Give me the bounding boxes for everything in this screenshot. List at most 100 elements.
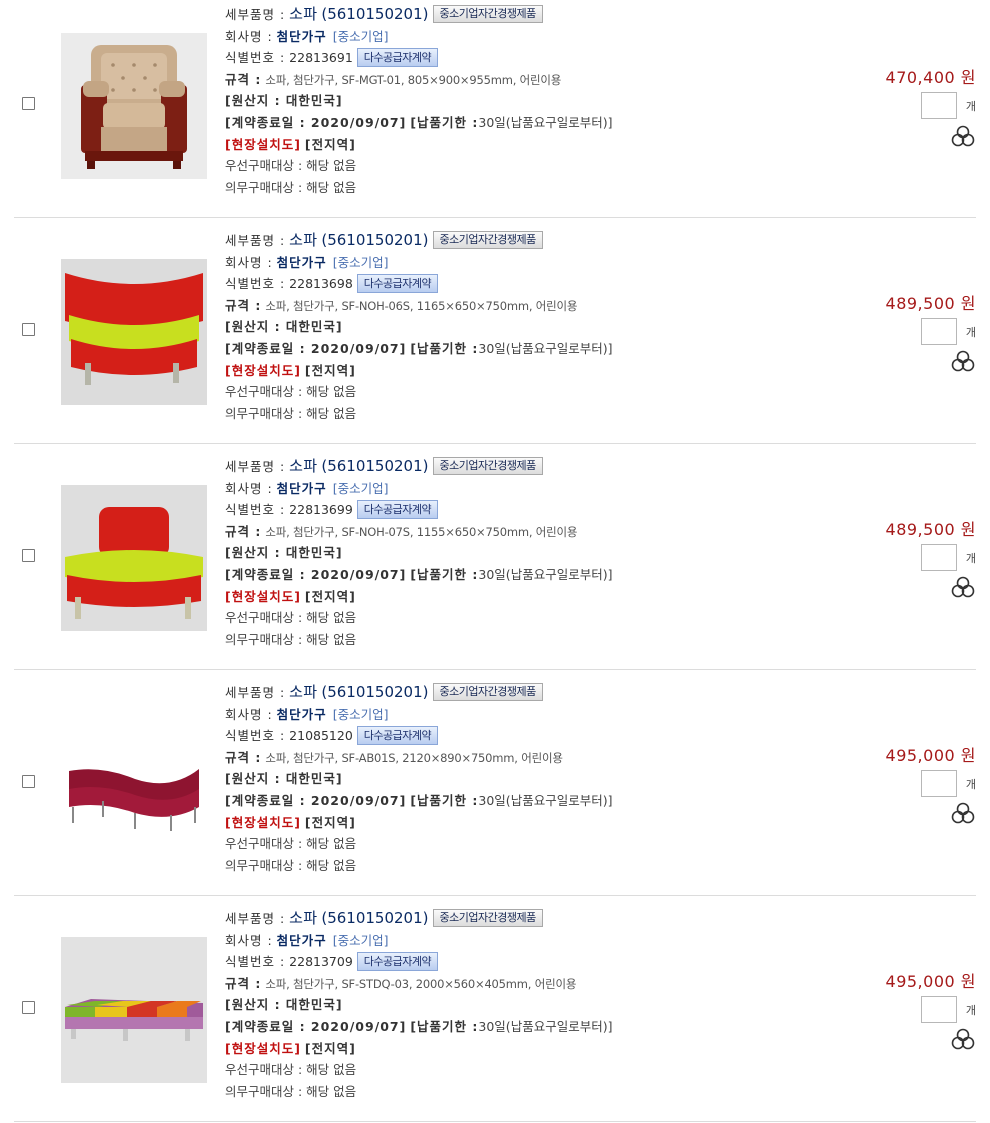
delivery-label: [납품기한 : — [410, 1018, 479, 1034]
id-number: 22813709 — [289, 954, 353, 970]
priority-purchase: 우선구매대상 : 해당 없음 — [225, 836, 357, 852]
product-name-link[interactable]: 소파 — [289, 457, 317, 475]
spec-value: 소파, 첨단가구, SF-NOH-07S, 1155×650×750mm, 어린… — [265, 524, 578, 539]
detail-name-label: 세부품명 : — [225, 7, 286, 22]
spec-label: 규격 : — [225, 523, 262, 539]
company-name[interactable]: 첨단가구 — [277, 707, 327, 722]
unit-label: 개 — [965, 100, 976, 113]
product-code: (5610150201) — [321, 457, 429, 475]
install-value: [전지역] — [304, 814, 356, 830]
product-info: 세부품명 : 소파 (5610150201) 중소기업자간경쟁제품 회사명 : 첨… — [225, 230, 785, 424]
product-name-link[interactable]: 소파 — [289, 683, 317, 701]
delivery-value: 30일(납품요구일로부터)] — [478, 114, 613, 130]
company-label: 회사명 : — [225, 706, 273, 722]
delivery-label: [납품기한 : — [410, 566, 479, 582]
product-image[interactable] — [61, 33, 207, 179]
origin-text: [원산지 : 대한민국] — [225, 93, 343, 109]
product-code: (5610150201) — [321, 683, 429, 701]
company-type: [중소기업] — [332, 28, 389, 44]
priority-purchase: 우선구매대상 : 해당 없음 — [225, 384, 357, 400]
list-item: 세부품명 : 소파 (5610150201) 중소기업자간경쟁제품 회사명 : 첨… — [14, 896, 976, 1122]
list-item: 세부품명 : 소파 (5610150201) 중소기업자간경쟁제품 회사명 : 첨… — [14, 0, 976, 218]
delivery-value: 30일(납품요구일로부터)] — [478, 792, 613, 808]
multi-supplier-badge[interactable]: 다수공급자계약 — [356, 500, 439, 520]
delivery-value: 30일(납품요구일로부터)] — [478, 566, 613, 582]
detail-name-label: 세부품명 : — [225, 459, 286, 474]
mandatory-purchase: 의무구매대상 : 해당 없음 — [225, 857, 357, 873]
compare-icon[interactable] — [950, 1027, 976, 1051]
product-name-link[interactable]: 소파 — [289, 231, 317, 249]
compare-icon[interactable] — [950, 124, 976, 148]
product-code: (5610150201) — [321, 5, 429, 23]
contract-end-text: [계약종료일 : 2020/09/07] — [225, 114, 407, 130]
burgundy-curved-sofa-icon — [61, 711, 207, 857]
product-image[interactable] — [61, 259, 207, 405]
install-label: [현장설치도] — [225, 1040, 301, 1056]
product-image[interactable] — [61, 485, 207, 631]
id-number: 21085120 — [289, 728, 353, 744]
unit-label: 개 — [965, 326, 976, 339]
priority-purchase: 우선구매대상 : 해당 없음 — [225, 158, 357, 174]
company-name[interactable]: 첨단가구 — [277, 255, 327, 270]
install-value: [전지역] — [304, 588, 356, 604]
compare-icon[interactable] — [950, 801, 976, 825]
company-label: 회사명 : — [225, 480, 273, 496]
company-type: [중소기업] — [332, 254, 389, 270]
company-name[interactable]: 첨단가구 — [277, 29, 327, 44]
quantity-input[interactable] — [921, 770, 957, 797]
select-checkbox[interactable] — [22, 549, 35, 562]
multi-supplier-badge[interactable]: 다수공급자계약 — [356, 726, 439, 746]
list-item: 세부품명 : 소파 (5610150201) 중소기업자간경쟁제품 회사명 : 첨… — [14, 670, 976, 896]
compare-icon[interactable] — [950, 575, 976, 599]
delivery-label: [납품기한 : — [410, 792, 479, 808]
contract-end-text: [계약종료일 : 2020/09/07] — [225, 1018, 407, 1034]
mandatory-purchase: 의무구매대상 : 해당 없음 — [225, 179, 357, 195]
contract-end-text: [계약종료일 : 2020/09/07] — [225, 340, 407, 356]
company-label: 회사명 : — [225, 28, 273, 44]
id-label: 식별번호 : — [225, 502, 286, 518]
company-name[interactable]: 첨단가구 — [277, 481, 327, 496]
id-label: 식별번호 : — [225, 276, 286, 292]
delivery-value: 30일(납품요구일로부터)] — [478, 340, 613, 356]
origin-text: [원산지 : 대한민국] — [225, 771, 343, 787]
company-type: [중소기업] — [332, 480, 389, 496]
product-info: 세부품명 : 소파 (5610150201) 중소기업자간경쟁제품 회사명 : 첨… — [225, 682, 785, 876]
mandatory-purchase: 의무구매대상 : 해당 없음 — [225, 631, 357, 647]
quantity-input[interactable] — [921, 318, 957, 345]
mandatory-purchase: 의무구매대상 : 해당 없음 — [225, 1083, 357, 1099]
select-checkbox[interactable] — [22, 775, 35, 788]
id-label: 식별번호 : — [225, 954, 286, 970]
select-checkbox[interactable] — [22, 1001, 35, 1014]
quantity-input[interactable] — [921, 996, 957, 1023]
sme-competition-badge: 중소기업자간경쟁제품 — [432, 231, 543, 249]
detail-name-label: 세부품명 : — [225, 233, 286, 248]
quantity-input[interactable] — [921, 92, 957, 119]
unit-label: 개 — [965, 778, 976, 791]
compare-icon[interactable] — [950, 349, 976, 373]
unit-label: 개 — [965, 552, 976, 565]
product-image[interactable] — [61, 711, 207, 857]
product-name-link[interactable]: 소파 — [289, 5, 317, 23]
select-checkbox[interactable] — [22, 97, 35, 110]
install-label: [현장설치도] — [225, 136, 301, 152]
priority-purchase: 우선구매대상 : 해당 없음 — [225, 1062, 357, 1078]
install-value: [전지역] — [304, 1040, 356, 1056]
multi-supplier-badge[interactable]: 다수공급자계약 — [356, 952, 439, 972]
select-checkbox[interactable] — [22, 323, 35, 336]
company-type: [중소기업] — [332, 706, 389, 722]
product-image[interactable] — [61, 937, 207, 1083]
id-label: 식별번호 : — [225, 50, 286, 66]
company-type: [중소기업] — [332, 932, 389, 948]
install-label: [현장설치도] — [225, 814, 301, 830]
quantity-input[interactable] — [921, 544, 957, 571]
product-code: (5610150201) — [321, 231, 429, 249]
spec-label: 규격 : — [225, 297, 262, 313]
price: 495,000 원 — [885, 746, 976, 765]
multi-supplier-badge[interactable]: 다수공급자계약 — [356, 274, 439, 294]
multi-supplier-badge[interactable]: 다수공급자계약 — [356, 48, 439, 68]
sme-competition-badge: 중소기업자간경쟁제품 — [432, 683, 543, 701]
product-name-link[interactable]: 소파 — [289, 909, 317, 927]
company-name[interactable]: 첨단가구 — [277, 933, 327, 948]
spec-label: 규격 : — [225, 71, 262, 87]
spec-value: 소파, 첨단가구, SF-AB01S, 2120×890×750mm, 어린이용 — [265, 750, 563, 765]
